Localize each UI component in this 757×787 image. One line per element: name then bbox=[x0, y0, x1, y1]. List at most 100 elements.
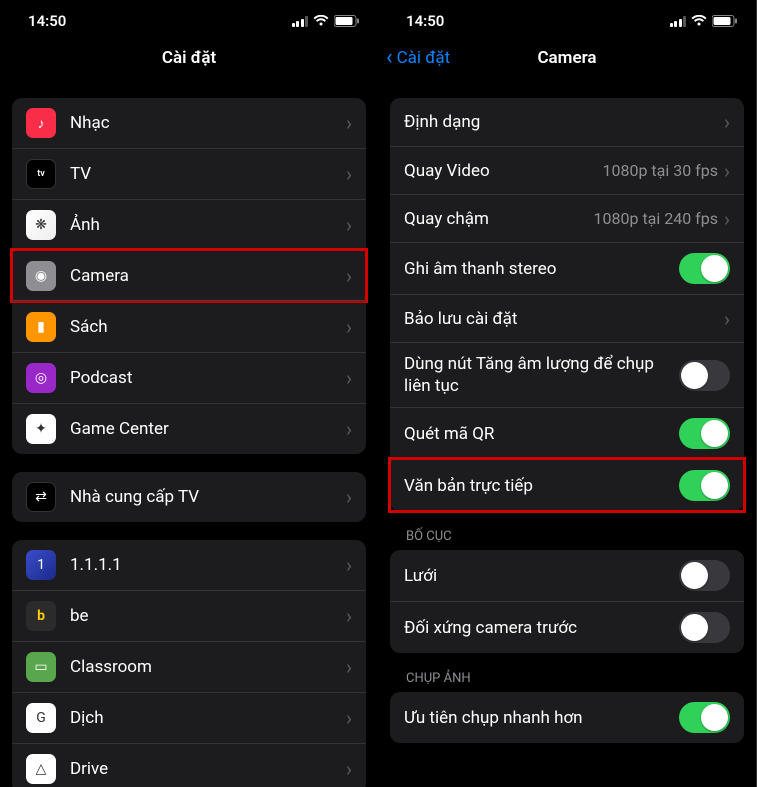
app-translate-icon: G bbox=[26, 703, 56, 733]
chevron-left-icon: ‹ bbox=[386, 47, 393, 69]
chevron-right-icon: › bbox=[346, 315, 352, 339]
row-label: Camera bbox=[70, 266, 346, 286]
status-time: 14:50 bbox=[28, 12, 66, 30]
wifi-icon bbox=[691, 15, 707, 27]
row-be[interactable]: bbe› bbox=[12, 590, 366, 641]
row-label: Quay chậm bbox=[404, 209, 594, 229]
row-label: TV bbox=[70, 164, 346, 184]
row-podcast[interactable]: ◎ Podcast› bbox=[12, 352, 366, 403]
music-icon: ♪ bbox=[26, 108, 56, 138]
wifi-icon bbox=[313, 15, 329, 27]
back-label: Cài đặt bbox=[397, 48, 451, 68]
row-label: Ảnh bbox=[70, 215, 346, 235]
chevron-right-icon: › bbox=[346, 366, 352, 390]
settings-group: ♪Nhạc›tvTV›❋Ảnh›◉Camera›▮Sách›◎Podcast›✦… bbox=[12, 98, 366, 454]
app-classroom-icon: ▭ bbox=[26, 652, 56, 682]
row-1111[interactable]: 11.1.1.1› bbox=[12, 540, 366, 590]
row-label: Classroom bbox=[70, 657, 346, 677]
settings-group: 11.1.1.1›bbe›▭Classroom›GDịch›△Drive› bbox=[12, 540, 366, 787]
group-header: CHỤP ẢNH bbox=[390, 653, 744, 692]
row-label: Đối xứng camera trước bbox=[404, 618, 679, 638]
battery-icon bbox=[712, 15, 738, 27]
row-grid[interactable]: Lưới bbox=[390, 550, 744, 601]
left-phone: 14:50 Cài đặt ♪Nhạc›tvTV›❋Ảnh›◉Camera›▮S… bbox=[0, 0, 378, 787]
row-books[interactable]: ▮Sách› bbox=[12, 301, 366, 352]
toggle-switch[interactable] bbox=[679, 612, 730, 643]
row-tv[interactable]: tvTV› bbox=[12, 148, 366, 199]
toggle-switch[interactable] bbox=[679, 418, 730, 449]
settings-list[interactable]: ♪Nhạc›tvTV›❋Ảnh›◉Camera›▮Sách›◎Podcast›✦… bbox=[0, 80, 378, 787]
row-label: 1.1.1.1 bbox=[70, 555, 346, 575]
row-label: Game Center bbox=[70, 419, 346, 439]
status-icons bbox=[292, 15, 361, 27]
status-time: 14:50 bbox=[406, 12, 444, 30]
row-faster-capture[interactable]: Ưu tiên chụp nhanh hơn bbox=[390, 692, 744, 743]
row-music[interactable]: ♪ Nhạc› bbox=[12, 98, 366, 148]
podcast-icon: ◎ bbox=[26, 363, 56, 393]
row-label: Nhạc bbox=[70, 113, 346, 133]
row-tvprovider[interactable]: ⇄Nhà cung cấp TV› bbox=[12, 472, 366, 522]
row-label: Định dạng bbox=[404, 112, 724, 132]
chevron-right-icon: › bbox=[346, 417, 352, 441]
row-camera[interactable]: ◉Camera› bbox=[12, 250, 366, 301]
toggle-switch[interactable] bbox=[679, 560, 730, 591]
row-live-text[interactable]: Văn bản trực tiếp bbox=[390, 459, 744, 511]
row-label: Ghi âm thanh stereo bbox=[404, 259, 679, 279]
settings-group: Định dạng›Quay Video1080p tại 30 fps›Qua… bbox=[390, 98, 744, 511]
row-preserve[interactable]: Bảo lưu cài đặt› bbox=[390, 294, 744, 342]
row-label: Podcast bbox=[70, 368, 346, 388]
chevron-right-icon: › bbox=[346, 604, 352, 628]
chevron-right-icon: › bbox=[346, 757, 352, 781]
row-photos[interactable]: ❋Ảnh› bbox=[12, 199, 366, 250]
row-record-video[interactable]: Quay Video1080p tại 30 fps› bbox=[390, 146, 744, 194]
row-gamecenter[interactable]: ✦ Game Center› bbox=[12, 403, 366, 454]
signal-icon bbox=[670, 16, 687, 27]
battery-icon bbox=[334, 15, 360, 27]
toggle-switch[interactable] bbox=[679, 253, 730, 284]
chevron-right-icon: › bbox=[724, 110, 730, 134]
row-label: Quét mã QR bbox=[404, 424, 679, 444]
status-bar: 14:50 bbox=[378, 0, 756, 36]
settings-group: Ưu tiên chụp nhanh hơn bbox=[390, 692, 744, 743]
settings-group: Lưới Đối xứng camera trước bbox=[390, 550, 744, 653]
page-title: Cài đặt bbox=[162, 48, 216, 68]
row-drive[interactable]: △ Drive› bbox=[12, 743, 366, 787]
row-label: Lưới bbox=[404, 566, 679, 586]
back-button[interactable]: ‹ Cài đặt bbox=[386, 47, 450, 69]
row-mirror-front[interactable]: Đối xứng camera trước bbox=[390, 601, 744, 653]
row-volume-burst[interactable]: Dùng nút Tăng âm lượng để chụp liên tục bbox=[390, 342, 744, 407]
row-formats[interactable]: Định dạng› bbox=[390, 98, 744, 146]
settings-group: ⇄Nhà cung cấp TV› bbox=[12, 472, 366, 522]
row-label: Bảo lưu cài đặt bbox=[404, 309, 724, 329]
signal-icon bbox=[292, 16, 309, 27]
nav-bar: ‹ Cài đặt Camera bbox=[378, 36, 756, 80]
chevron-right-icon: › bbox=[346, 111, 352, 135]
row-translate[interactable]: GDịch› bbox=[12, 692, 366, 743]
chevron-right-icon: › bbox=[724, 207, 730, 231]
gamecenter-icon: ✦ bbox=[26, 414, 56, 444]
row-label: Quay Video bbox=[404, 161, 603, 181]
row-label: Drive bbox=[70, 759, 346, 779]
row-stereo[interactable]: Ghi âm thanh stereo bbox=[390, 242, 744, 294]
app-drive-icon: △ bbox=[26, 754, 56, 784]
row-detail: 1080p tại 240 fps bbox=[594, 209, 718, 228]
page-title: Camera bbox=[537, 48, 596, 68]
chevron-right-icon: › bbox=[346, 162, 352, 186]
toggle-switch[interactable] bbox=[679, 470, 730, 501]
toggle-switch[interactable] bbox=[679, 702, 730, 733]
group-header: BỐ CỤC bbox=[390, 511, 744, 550]
chevron-right-icon: › bbox=[724, 159, 730, 183]
chevron-right-icon: › bbox=[724, 307, 730, 331]
row-classroom[interactable]: ▭Classroom› bbox=[12, 641, 366, 692]
row-label: Dịch bbox=[70, 708, 346, 728]
toggle-switch[interactable] bbox=[679, 360, 730, 391]
nav-bar: Cài đặt bbox=[0, 36, 378, 80]
row-label: Văn bản trực tiếp bbox=[404, 476, 679, 496]
status-icons bbox=[670, 15, 739, 27]
camera-settings-list[interactable]: Định dạng›Quay Video1080p tại 30 fps›Qua… bbox=[378, 80, 756, 787]
row-qr[interactable]: Quét mã QR bbox=[390, 407, 744, 459]
row-record-slomo[interactable]: Quay chậm1080p tại 240 fps › bbox=[390, 194, 744, 242]
row-label: Nhà cung cấp TV bbox=[70, 487, 346, 507]
app-1111-icon: 1 bbox=[26, 550, 56, 580]
status-bar: 14:50 bbox=[0, 0, 378, 36]
